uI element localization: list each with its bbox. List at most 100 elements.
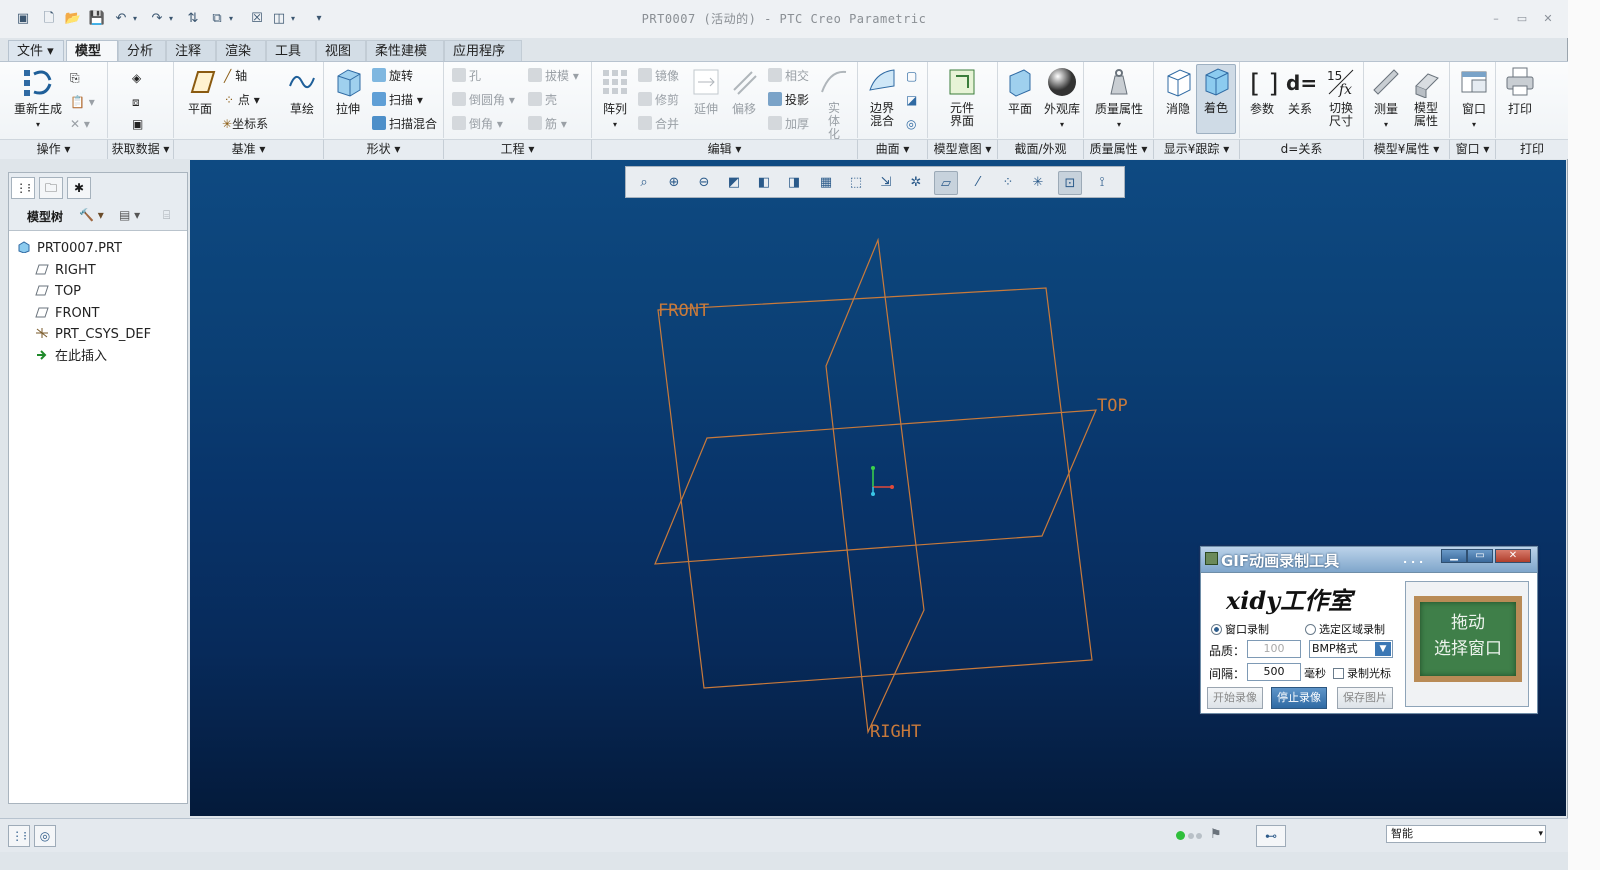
axis-button[interactable]: ╱ 轴: [224, 66, 247, 86]
window-record-radio[interactable]: 窗口录制: [1211, 621, 1269, 637]
tab-file[interactable]: 文件 ▾: [8, 40, 64, 62]
group-label-window[interactable]: 窗口 ▾: [1450, 139, 1496, 159]
group-label-shapes[interactable]: 形状 ▾: [324, 139, 444, 159]
close-icon[interactable]: ✕: [1540, 12, 1556, 26]
measure-button[interactable]: 测量 ▾: [1366, 66, 1406, 132]
tree-settings-icon[interactable]: 🔨 ▾: [79, 205, 104, 225]
section-plane-button[interactable]: 平面: [1000, 66, 1040, 116]
extrude-button[interactable]: 拉伸: [328, 66, 368, 116]
copy-geometry-icon[interactable]: ⧈: [132, 92, 140, 112]
copy-icon[interactable]: ⎘: [70, 68, 80, 88]
group-label-engineering[interactable]: 工程 ▾: [444, 139, 592, 159]
save-image-button[interactable]: 保存图片: [1337, 687, 1393, 709]
merge-button[interactable]: 合并: [638, 114, 679, 134]
stop-recording-button[interactable]: 停止录像: [1271, 687, 1327, 709]
thicken-button[interactable]: 加厚: [768, 114, 809, 134]
gif-maximize-icon[interactable]: ▭: [1467, 549, 1493, 563]
group-label-editing[interactable]: 编辑 ▾: [592, 139, 858, 159]
tree-filter-icon[interactable]: ⌸: [163, 205, 170, 225]
graphics-viewport[interactable]: ⌕ ⊕ ⊖ ◩ ◧ ◨ ▦ ⬚ ⇲ ✲ ▱ ⁄ ⁘ ✳ ⊡ ⟟ FRONT TO…: [190, 160, 1566, 816]
group-label-get-data[interactable]: 获取数据 ▾: [108, 139, 174, 159]
model-properties-button[interactable]: 模型属性: [1406, 66, 1446, 128]
format-dropdown-icon[interactable]: ▼: [1375, 642, 1391, 656]
relations-button[interactable]: d= 关系: [1282, 66, 1318, 116]
gif-recorder-window[interactable]: GIF动画录制工具 . . . ▁ ▭ ✕ xidy工作室 窗口录制 选定区域录…: [1200, 546, 1538, 714]
window-button[interactable]: 窗口 ▾: [1454, 66, 1494, 132]
tab-flexible-modeling[interactable]: 柔性建模: [366, 40, 444, 62]
component-interface-button[interactable]: 元件界面: [940, 66, 984, 128]
mass-properties-button[interactable]: 质量属性 ▾: [1090, 66, 1148, 132]
tab-model[interactable]: 模型: [66, 40, 118, 63]
mirror-button[interactable]: 镜像: [638, 66, 679, 86]
format-select[interactable]: BMP格式 ▼: [1309, 640, 1393, 658]
tree-item-top[interactable]: TOP: [35, 282, 81, 302]
group-label-operations[interactable]: 操作 ▾: [0, 139, 108, 159]
toggle-dimensions-button[interactable]: 15 fx 切换尺寸: [1322, 66, 1360, 128]
group-label-relations[interactable]: d=关系: [1240, 139, 1364, 159]
trim-button[interactable]: 修剪: [638, 90, 679, 110]
favorites-tab-icon[interactable]: ✱: [67, 177, 91, 199]
gif-recorder-titlebar[interactable]: GIF动画录制工具 . . . ▁ ▭ ✕: [1201, 547, 1537, 573]
flag-icon[interactable]: ⚑: [1210, 827, 1222, 842]
rib-button[interactable]: 筋 ▾: [528, 114, 567, 134]
tree-item-prt0007-prt[interactable]: PRT0007.PRT: [17, 239, 122, 259]
group-label-section-appearance[interactable]: 截面/外观: [998, 139, 1084, 159]
maximize-icon[interactable]: ▭: [1514, 12, 1530, 26]
filter-dropdown-icon[interactable]: ▾: [1538, 826, 1543, 842]
sketch-button[interactable]: 草绘: [282, 66, 322, 116]
freestyle-icon[interactable]: ◎: [906, 114, 916, 134]
hidden-line-button[interactable]: 消隐: [1158, 66, 1198, 116]
minimize-icon[interactable]: –: [1488, 12, 1504, 26]
browser-toggle-icon[interactable]: ◎: [34, 825, 56, 847]
tab-tools[interactable]: 工具: [266, 40, 316, 62]
draft-button[interactable]: 拔模 ▾: [528, 66, 579, 86]
find-binoculars-icon[interactable]: ⊷: [1256, 825, 1286, 847]
navigator-toggle-icon[interactable]: ⋮⁝: [8, 825, 30, 847]
start-recording-button[interactable]: 开始录像: [1207, 687, 1263, 709]
group-label-surfaces[interactable]: 曲面 ▾: [858, 139, 928, 159]
solidify-button[interactable]: 实体化: [814, 66, 854, 141]
tab-applications[interactable]: 应用程序: [444, 40, 522, 62]
tree-item-insert-here[interactable]: 在此插入: [35, 347, 107, 367]
shell-button[interactable]: 壳: [528, 90, 557, 110]
group-label-display[interactable]: 显示¥跟踪 ▾: [1154, 139, 1240, 159]
chamfer-button[interactable]: 倒角 ▾: [452, 114, 503, 134]
project-button[interactable]: 投影: [768, 90, 809, 110]
regenerate-button[interactable]: 重新生成 ▾: [8, 66, 68, 132]
folder-browser-tab-icon[interactable]: 🗀: [39, 177, 63, 199]
drag-select-window-target[interactable]: 拖动 选择窗口: [1405, 581, 1529, 707]
offset-button[interactable]: 偏移: [724, 66, 764, 116]
delete-icon[interactable]: ✕ ▾: [70, 114, 90, 134]
pattern-button[interactable]: 阵列 ▾: [596, 66, 634, 132]
group-label-model-intent[interactable]: 模型意图 ▾: [928, 139, 998, 159]
group-label-print[interactable]: 打印: [1496, 139, 1568, 159]
round-button[interactable]: 倒圆角 ▾: [452, 90, 515, 110]
quality-input[interactable]: 100: [1247, 640, 1301, 658]
region-record-radio[interactable]: 选定区域录制: [1305, 621, 1385, 637]
hole-button[interactable]: 孔: [452, 66, 481, 86]
gif-close-icon[interactable]: ✕: [1495, 549, 1531, 563]
point-button[interactable]: ⁘ 点 ▾: [224, 90, 260, 110]
tree-item-front[interactable]: FRONT: [35, 304, 99, 324]
model-tree-tab-icon[interactable]: ⋮⁝: [11, 177, 35, 199]
print-button[interactable]: 打印: [1500, 66, 1540, 116]
boundary-blend-button[interactable]: 边界混合: [860, 66, 904, 128]
group-label-model-properties[interactable]: 模型¥属性 ▾: [1364, 139, 1450, 159]
selection-filter-select[interactable]: 智能 ▾: [1386, 825, 1546, 843]
swept-blend-button[interactable]: 扫描混合: [372, 114, 437, 134]
coordinate-system-button[interactable]: ✳坐标系: [222, 114, 268, 134]
tree-item-right[interactable]: RIGHT: [35, 261, 96, 281]
tree-item-prt-csys-def[interactable]: PRT_CSYS_DEF: [35, 325, 151, 345]
record-cursor-checkbox[interactable]: 录制光标: [1333, 665, 1391, 681]
user-defined-feature-icon[interactable]: ◈: [132, 68, 141, 88]
group-label-datum[interactable]: 基准 ▾: [174, 139, 324, 159]
style-surface-icon[interactable]: ◪: [906, 90, 917, 110]
group-label-mass-properties[interactable]: 质量属性 ▾: [1084, 139, 1154, 159]
fill-surface-icon[interactable]: ▢: [906, 66, 917, 86]
intersect-button[interactable]: 相交: [768, 66, 809, 86]
shrinkwrap-icon[interactable]: ▣: [132, 114, 143, 134]
tab-view[interactable]: 视图: [316, 40, 366, 62]
gif-minimize-icon[interactable]: ▁: [1441, 549, 1467, 563]
paste-icon[interactable]: 📋 ▾: [70, 92, 95, 112]
extend-button[interactable]: 延伸: [686, 66, 726, 116]
